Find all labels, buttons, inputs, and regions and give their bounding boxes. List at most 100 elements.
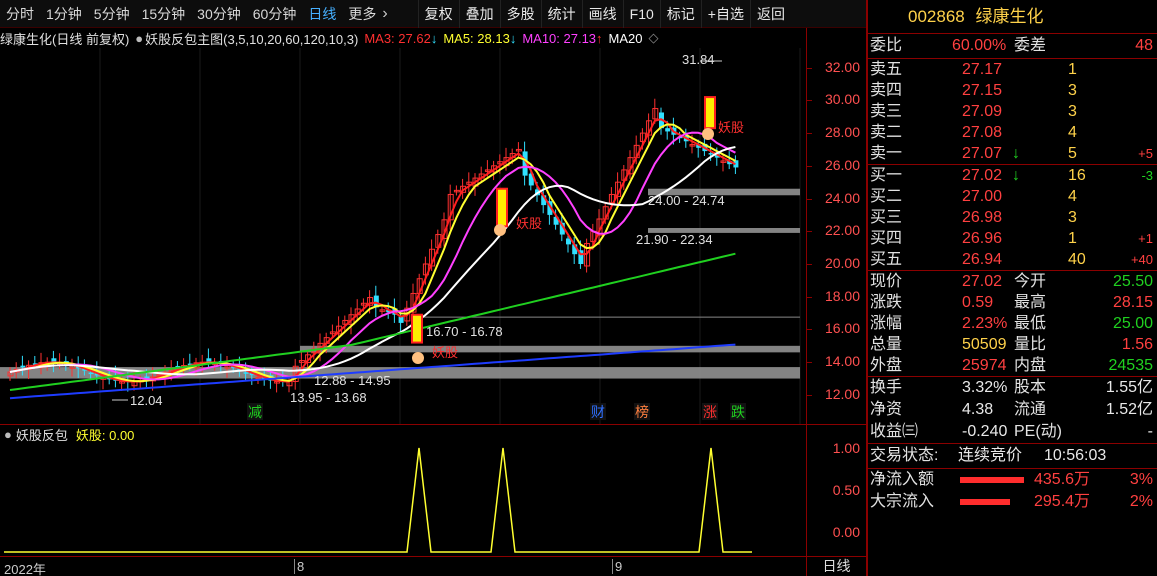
toolbar-button[interactable]: 标记 [659, 0, 701, 28]
trade-status-row: 交易状态: 连续竞价 10:56:03 [868, 444, 1157, 468]
tick-mark [807, 100, 812, 102]
sub-indicator-value: 妖股: 0.00 [75, 428, 135, 443]
quote-header: 002868 绿康生化 [868, 0, 1157, 34]
book-price: 27.09 [962, 103, 1003, 120]
zone-label: 16.70 - 16.78 [426, 324, 503, 339]
period-tab[interactable]: 日线 [302, 0, 342, 28]
stat-label: 涨跌 [870, 294, 903, 311]
book-row[interactable]: 卖五 27.17 1 [868, 59, 1157, 80]
stat-label: 股本 [1014, 379, 1047, 396]
indicator-tick: 0.00 [832, 524, 860, 540]
book-change: +1 [1138, 231, 1153, 246]
book-change: -3 [1141, 168, 1153, 183]
toolbar-button[interactable]: F10 [622, 0, 660, 28]
event-tag[interactable]: 跌 [731, 404, 745, 420]
expand-icon[interactable]: ◇ [649, 30, 659, 46]
book-volume: 3 [1068, 209, 1077, 226]
stat-value: -0.240 [962, 423, 1008, 440]
signal-box [496, 187, 508, 228]
book-row[interactable]: 买四 26.96 1 +1 [868, 228, 1157, 249]
more-chevron-icon[interactable]: › [382, 5, 387, 23]
ma3-value: MA3: 27.62 [364, 30, 431, 46]
period-tab[interactable]: 30分钟 [191, 0, 247, 28]
book-row[interactable]: 卖二 27.08 4 [868, 122, 1157, 143]
candle [88, 372, 94, 375]
event-tag[interactable]: 财 [591, 404, 605, 420]
sub-indicator-name[interactable]: 妖股反包 [16, 425, 68, 444]
book-row[interactable]: 卖三 27.09 3 [868, 101, 1157, 122]
kline-chart[interactable]: 31.84 12.04 12.88 - 14.95 13.95 - 13.68 16.7… [0, 28, 806, 424]
toolbar-button[interactable]: 返回 [749, 0, 791, 28]
indicator-name[interactable]: 妖股反包主图(3,5,10,20,60,120,10,3) [145, 29, 358, 48]
book-row[interactable]: 买五 26.94 40 +40 [868, 249, 1157, 270]
stat-value: 0.59 [962, 294, 994, 311]
period-indicator[interactable]: 日线 [806, 556, 866, 576]
ma3-arrow-icon: ↓ [430, 30, 438, 46]
zone-label: 24.00 - 24.74 [648, 193, 725, 208]
chart-toolbar: 分时 1分钟 5分钟 15分钟 30分钟 60分钟 日线 更多 › 复权 叠加 多股 统计 画线 F10 标记… [0, 0, 866, 28]
flow-pct: 3% [1129, 471, 1153, 488]
book-row[interactable]: 买三 26.98 3 [868, 207, 1157, 228]
stat-value: 1.55亿 [1105, 379, 1153, 396]
book-price: 27.08 [962, 124, 1003, 141]
quote-panel: 002868 绿康生化 委比 60.00% 委差 48 卖五 27.17 1 卖四 27… [866, 0, 1157, 576]
capital-flows: 净流入额 435.6万 3% 大宗流入 295.4万 2% [868, 469, 1157, 513]
period-tab[interactable]: 5分钟 [88, 0, 136, 28]
period-tab[interactable]: 分时 [0, 0, 40, 28]
stat-label: 最高 [1014, 294, 1047, 311]
tick-mark [807, 329, 812, 331]
signal-line [4, 447, 752, 553]
hand-pointer-icon [412, 352, 424, 364]
book-row[interactable]: 买一 27.02 ↓ 16 -3 [868, 165, 1157, 186]
period-tab[interactable]: 60分钟 [247, 0, 303, 28]
stat-label: 内盘 [1014, 357, 1047, 374]
stat-label: 最低 [1014, 315, 1047, 332]
book-volume: 3 [1068, 103, 1077, 120]
book-row[interactable]: 卖一 27.07 ↓ 5 +5 [868, 143, 1157, 164]
book-volume: 4 [1068, 188, 1077, 205]
event-tag[interactable]: 涨 [703, 404, 717, 420]
event-tag[interactable]: 榜 [635, 404, 649, 420]
signal-box [704, 96, 716, 130]
book-price: 27.17 [962, 61, 1003, 78]
ma5-arrow-icon: ↓ [509, 30, 517, 46]
tick-mark [807, 264, 812, 265]
candle [665, 128, 671, 132]
book-label: 卖四 [870, 82, 903, 99]
stat-value: 25.00 [1112, 315, 1153, 332]
stat-value: - [1147, 423, 1153, 440]
period-tab[interactable]: 15分钟 [136, 0, 192, 28]
stat-row: 收益㈢ -0.240 PE(动) - [868, 421, 1157, 443]
tick-mark [807, 198, 812, 200]
toolbar-button[interactable]: 叠加 [458, 0, 500, 28]
stat-row: 净资 4.38 流通 1.52亿 [868, 399, 1157, 421]
book-row[interactable]: 卖四 27.15 3 [868, 80, 1157, 101]
flow-value: 435.6万 [1034, 471, 1091, 488]
book-volume: 4 [1068, 124, 1077, 141]
period-tab[interactable]: 更多 [342, 0, 382, 28]
toolbar-button[interactable]: 画线 [581, 0, 623, 28]
price-tick: 30.00 [824, 91, 860, 108]
ma3-line [9, 118, 736, 383]
support-zone [300, 345, 800, 353]
toolbar-button[interactable]: 统计 [540, 0, 582, 28]
flow-row: 净流入额 435.6万 3% [868, 469, 1157, 491]
stat-value: 25974 [962, 357, 1007, 374]
book-price: 27.02 [962, 167, 1003, 184]
tick-mark [807, 231, 812, 233]
book-row[interactable]: 买二 27.00 4 [868, 186, 1157, 207]
toolbar-button[interactable]: +自选 [700, 0, 750, 28]
stat-value: 4.38 [962, 401, 994, 418]
sub-toggle-icon[interactable]: ● [4, 427, 12, 442]
indicator-toggle-icon[interactable]: ● [135, 31, 143, 46]
candle [398, 316, 404, 323]
toolbar-button[interactable]: 多股 [499, 0, 541, 28]
zone-label: 21.90 - 22.34 [636, 232, 713, 247]
toolbar-button[interactable]: 复权 [417, 0, 459, 28]
quote-stats-2: 换手 3.32% 股本 1.55亿 净资 4.38 流通 1.52亿 收益㈢ -0.240 PE(动… [868, 377, 1157, 443]
stat-value: 1.52亿 [1105, 401, 1153, 418]
event-tag[interactable]: 减 [248, 404, 262, 420]
book-volume: 3 [1068, 82, 1077, 99]
hand-pointer-icon [702, 128, 714, 140]
period-tab[interactable]: 1分钟 [40, 0, 88, 28]
